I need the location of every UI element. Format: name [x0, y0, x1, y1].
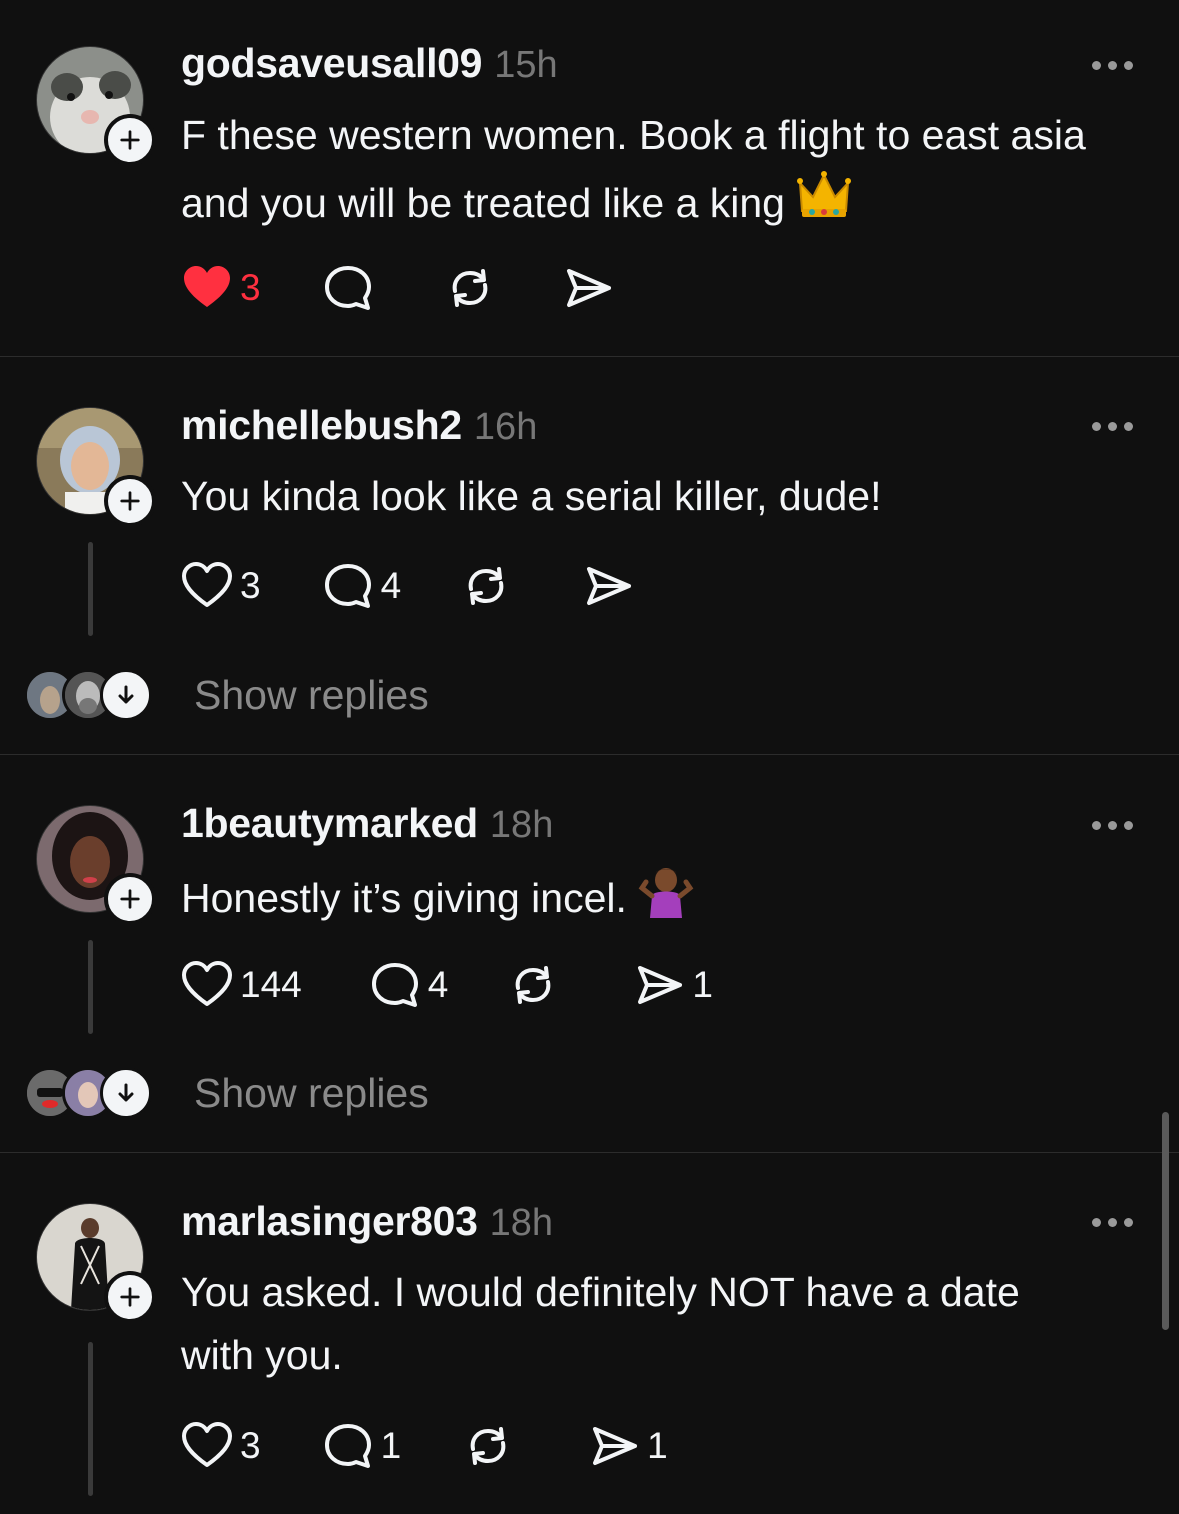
send-icon	[593, 1427, 638, 1465]
post-text-content: Honestly it’s giving incel.	[181, 875, 627, 921]
more-options-button[interactable]	[1092, 422, 1133, 431]
show-replies-row[interactable]: Show replies	[24, 1063, 429, 1123]
like-button[interactable]: 3	[180, 559, 261, 613]
follow-button[interactable]	[104, 475, 156, 527]
divider	[0, 356, 1179, 357]
timestamp: 18h	[489, 804, 554, 846]
share-button[interactable]	[561, 261, 615, 315]
avatar[interactable]	[36, 805, 156, 925]
show-replies-label[interactable]: Show replies	[194, 1070, 429, 1117]
repost-icon	[452, 269, 487, 307]
like-count: 3	[240, 267, 261, 308]
comment-count: 4	[427, 964, 449, 1005]
like-count: 144	[240, 964, 302, 1005]
post-text-content: You kinda look like a serial killer, dud…	[181, 473, 882, 519]
repost-button[interactable]	[443, 261, 497, 315]
timestamp: 15h	[494, 44, 558, 86]
show-replies-label[interactable]: Show replies	[194, 672, 429, 719]
more-options-button[interactable]	[1092, 61, 1133, 70]
heart-icon	[182, 961, 232, 1006]
post-text: Honestly it’s giving incel.	[181, 862, 1156, 930]
comment-count: 1	[380, 1425, 402, 1466]
divider	[0, 754, 1179, 755]
arrow-down-icon	[118, 685, 134, 704]
post-text: You kinda look like a serial killer, dud…	[181, 465, 1156, 528]
like-button[interactable]: 144	[180, 958, 302, 1012]
send-icon	[587, 567, 632, 605]
follow-button[interactable]	[104, 114, 156, 166]
repost-icon	[470, 1427, 506, 1465]
more-options-button[interactable]	[1092, 1218, 1133, 1227]
repost-button[interactable]	[459, 559, 513, 613]
comment-button[interactable]	[321, 261, 375, 315]
avatar[interactable]	[36, 1203, 156, 1323]
avatar[interactable]	[36, 46, 156, 166]
divider	[0, 1152, 1179, 1153]
share-button[interactable]	[581, 559, 635, 613]
username[interactable]: michellebush2	[181, 402, 462, 449]
username[interactable]: 1beautymarked	[181, 800, 478, 847]
timestamp: 16h	[473, 406, 538, 448]
share-count: 1	[647, 1425, 668, 1466]
plus-icon	[120, 889, 140, 909]
timestamp: 18h	[489, 1202, 554, 1244]
shrug-emoji	[638, 868, 694, 918]
heart-icon	[182, 562, 232, 607]
repost-button[interactable]	[506, 958, 560, 1012]
heart-filled-icon	[184, 266, 230, 307]
comment-button[interactable]: 1	[321, 1419, 402, 1473]
comment-button[interactable]: 4	[368, 958, 449, 1012]
repost-icon	[468, 567, 504, 605]
arrow-down-icon	[118, 1083, 134, 1102]
like-button[interactable]: 3	[180, 1419, 261, 1473]
comment-icon	[371, 963, 418, 1007]
comment-count: 4	[380, 565, 402, 606]
repost-button[interactable]	[461, 1419, 515, 1473]
plus-icon	[120, 130, 140, 150]
follow-button[interactable]	[104, 873, 156, 925]
share-button[interactable]: 1	[587, 1419, 668, 1473]
heart-icon	[182, 1422, 232, 1467]
post-text: F these western women. Book a flight to …	[181, 104, 1156, 235]
share-count: 1	[692, 964, 713, 1005]
post-text: You asked. I would definitely NOT have a…	[181, 1261, 1081, 1387]
show-replies-button[interactable]	[100, 1067, 152, 1119]
comment-icon	[324, 266, 371, 310]
thread-line	[88, 542, 93, 636]
username[interactable]: godsaveusall09	[181, 40, 482, 87]
like-count: 3	[240, 565, 261, 606]
repost-icon	[515, 966, 551, 1004]
comment-button[interactable]: 4	[321, 559, 402, 613]
thread-line	[88, 1342, 93, 1496]
scrollbar[interactable]	[1162, 1112, 1169, 1330]
plus-icon	[120, 1287, 140, 1307]
plus-icon	[120, 491, 140, 511]
post-text-content: You asked. I would definitely NOT have a…	[181, 1269, 1020, 1378]
thread-line	[88, 940, 93, 1034]
comment-icon	[324, 1424, 371, 1468]
crown-emoji	[797, 171, 852, 217]
send-icon	[638, 966, 683, 1004]
avatar[interactable]	[36, 407, 156, 527]
comment-icon	[324, 564, 371, 608]
more-options-button[interactable]	[1092, 821, 1133, 830]
username[interactable]: marlasinger803	[181, 1198, 478, 1245]
send-icon	[566, 269, 611, 307]
like-count: 3	[240, 1425, 261, 1466]
follow-button[interactable]	[104, 1271, 156, 1323]
post-text-content: F these western women. Book a flight to …	[181, 112, 1086, 226]
show-replies-row[interactable]: Show replies	[24, 665, 429, 725]
like-button[interactable]: 3	[180, 261, 261, 315]
share-button[interactable]: 1	[632, 958, 713, 1012]
show-replies-button[interactable]	[100, 669, 152, 721]
